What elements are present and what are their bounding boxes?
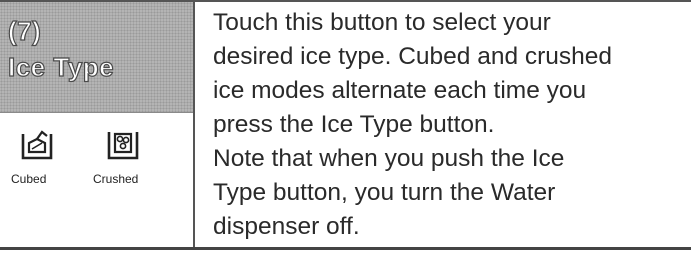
- description-line: dispenser off.: [213, 213, 360, 240]
- feature-header-cell: (7) Ice Type: [0, 2, 193, 113]
- description-line: Touch this button to select your: [213, 9, 551, 36]
- cubed-ice-icon: [20, 128, 54, 164]
- description-line: Type button, you turn the Water: [213, 179, 556, 206]
- feature-number: (7): [7, 15, 42, 46]
- feature-title: Ice Type: [7, 51, 115, 82]
- description-line: Note that when you push the Ice: [213, 145, 565, 172]
- description-line: ice modes alternate each time you: [213, 77, 587, 104]
- feature-description: Touch this button to select your desired…: [213, 6, 683, 244]
- crushed-ice-icon: [106, 128, 140, 164]
- crushed-caption: Crushed: [93, 172, 139, 186]
- description-line: desired ice type. Cubed and crushed: [213, 43, 613, 70]
- description-line: press the Ice Type button.: [213, 111, 495, 138]
- cubed-caption: Cubed: [11, 172, 47, 186]
- table-bottom-border: [0, 247, 691, 250]
- column-divider: [193, 2, 195, 247]
